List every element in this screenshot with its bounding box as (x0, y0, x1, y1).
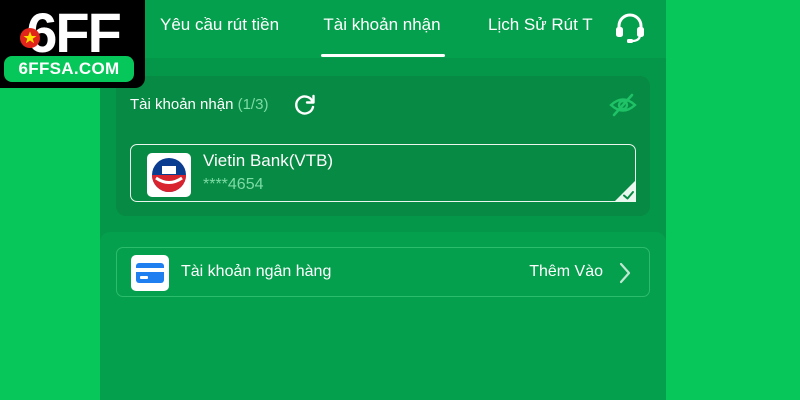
tab-label: Yêu cầu rút tiền (160, 15, 280, 34)
card-title-text: Tài khoản nhận (130, 96, 234, 113)
chevron-right-icon[interactable] (617, 261, 633, 285)
tab-withdraw-request[interactable]: Yêu cầu rút tiền (160, 0, 280, 58)
brand-logo: 6FF 6FFSA.COM (0, 0, 145, 88)
bank-card-icon (131, 255, 169, 291)
vietinbank-logo-graphic (152, 158, 186, 192)
tab-bar: Yêu cầu rút tiền Tài khoản nhận Lịch Sử … (100, 0, 666, 58)
headset-icon[interactable] (612, 10, 648, 46)
bank-account-label: Tài khoản ngân hàng (181, 263, 332, 280)
selected-check-icon (614, 180, 636, 202)
active-tab-indicator (321, 54, 445, 57)
logo-mark: 6FF (20, 2, 123, 58)
account-number: ****4654 (203, 176, 264, 193)
tab-receiving-account[interactable]: Tài khoản nhận (318, 0, 446, 58)
background-right (666, 0, 800, 400)
account-count: (1/3) (237, 96, 269, 113)
vietinbank-logo (147, 153, 191, 197)
site-name: 6FFSA.COM (4, 56, 134, 82)
card-title: Tài khoản nhận (1/3) (130, 96, 268, 113)
bank-card-graphic (136, 263, 164, 283)
tab-withdraw-history[interactable]: Lịch Sử Rút T (488, 0, 598, 58)
bank-name: Vietin Bank(VTB) (203, 151, 334, 170)
add-button[interactable]: Thêm Vào (529, 263, 603, 281)
eye-off-icon[interactable] (608, 90, 638, 120)
logo-mark-text: 6FF (26, 2, 120, 58)
add-bank-account-row[interactable]: Tài khoản ngân hàng Thêm Vào (116, 247, 650, 297)
selected-bank-account[interactable]: Vietin Bank(VTB) ****4654 (130, 144, 636, 202)
refresh-icon[interactable] (292, 92, 318, 118)
receiving-account-card: Tài khoản nhận (1/3) Vietin Bank(VTB) **… (116, 76, 650, 216)
